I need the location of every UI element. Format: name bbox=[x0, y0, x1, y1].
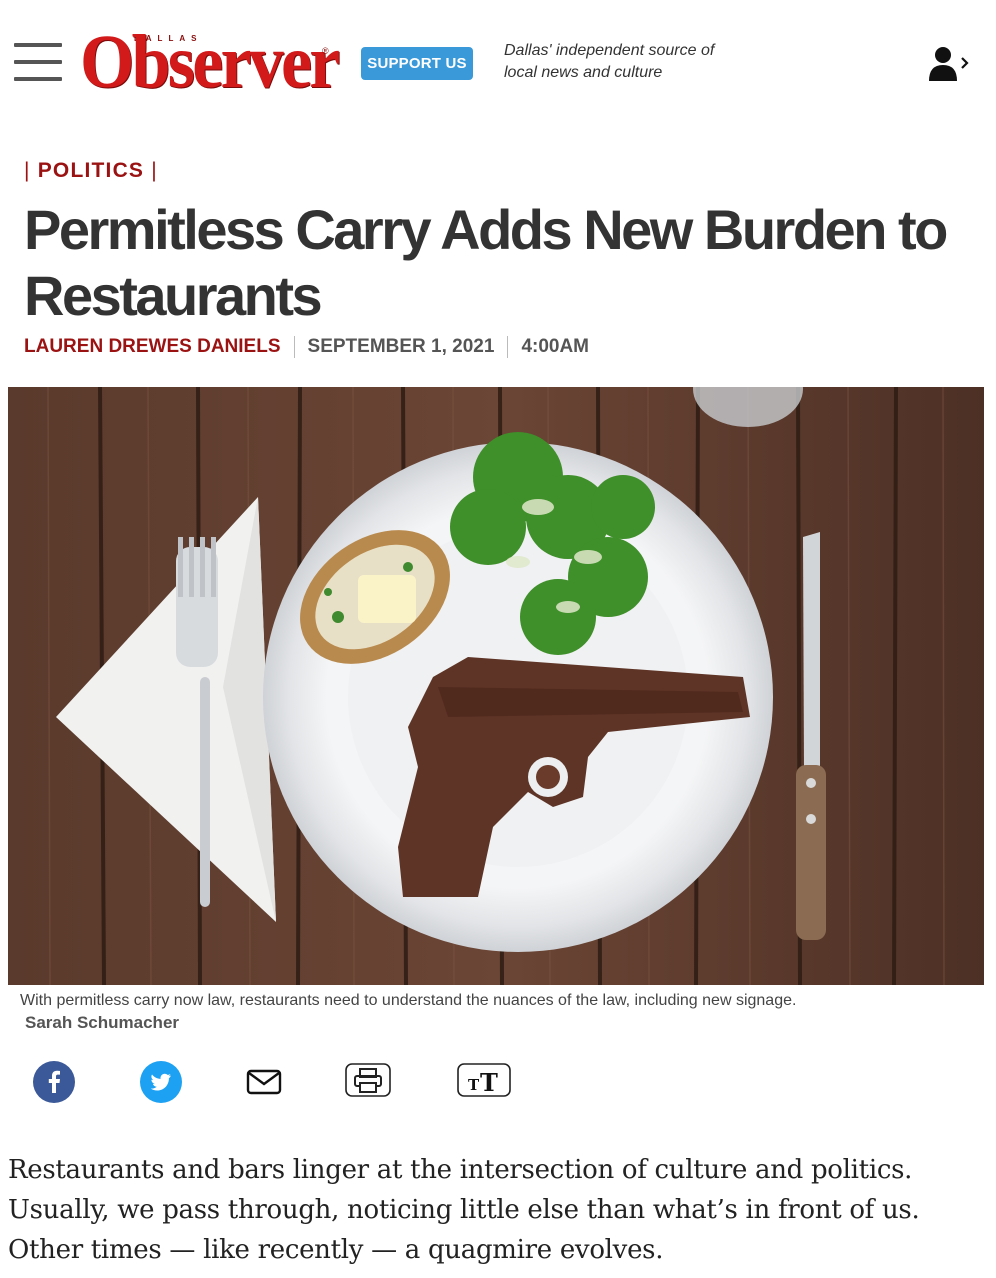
section-divider-left: | bbox=[24, 159, 31, 182]
publish-date: SEPTEMBER 1, 2021 bbox=[307, 336, 495, 357]
logo-wordmark: Observer bbox=[80, 20, 340, 104]
section-label: POLITICS bbox=[37, 159, 145, 182]
twitter-share-button[interactable] bbox=[139, 1060, 183, 1104]
facebook-share-button[interactable] bbox=[32, 1060, 76, 1104]
byline-divider bbox=[507, 336, 509, 358]
article-body-paragraph: Restaurants and bars linger at the inter… bbox=[8, 1155, 920, 1265]
twitter-icon bbox=[140, 1061, 182, 1103]
email-share-button[interactable] bbox=[244, 1060, 284, 1104]
support-us-button[interactable]: SUPPORT US bbox=[361, 47, 473, 80]
text-size-icon: T T bbox=[457, 1063, 511, 1097]
user-account-icon[interactable] bbox=[926, 45, 974, 83]
section-tag[interactable]: | POLITICS | bbox=[24, 159, 158, 183]
hero-photo-illustration bbox=[8, 387, 984, 985]
svg-text:T: T bbox=[468, 1076, 480, 1094]
article-headline: Permitless Carry Adds New Burden to Rest… bbox=[24, 198, 948, 327]
hamburger-menu-icon[interactable] bbox=[14, 43, 62, 83]
publish-time: 4:00AM bbox=[521, 336, 590, 357]
site-tagline: Dallas' independent source of local news… bbox=[504, 42, 715, 81]
section-divider-right: | bbox=[151, 159, 158, 182]
image-caption: With permitless carry now law, restauran… bbox=[20, 992, 797, 1009]
facebook-icon bbox=[33, 1061, 75, 1103]
photo-credit: Sarah Schumacher bbox=[25, 1013, 180, 1032]
site-header: DALLAS Observer ® SUPPORT US Dallas' ind… bbox=[0, 0, 996, 128]
print-button[interactable] bbox=[344, 1060, 392, 1104]
logo-registered-mark: ® bbox=[322, 46, 329, 56]
byline-divider bbox=[293, 336, 295, 358]
print-icon bbox=[345, 1063, 391, 1097]
author-link[interactable]: LAUREN DREWES DANIELS bbox=[24, 336, 281, 358]
text-size-button[interactable]: T T bbox=[456, 1060, 512, 1104]
byline: LAUREN DREWES DANIELS SEPTEMBER 1, 2021 … bbox=[24, 336, 589, 358]
hero-image bbox=[8, 387, 984, 985]
email-icon bbox=[246, 1069, 282, 1095]
svg-text:T: T bbox=[480, 1068, 498, 1097]
